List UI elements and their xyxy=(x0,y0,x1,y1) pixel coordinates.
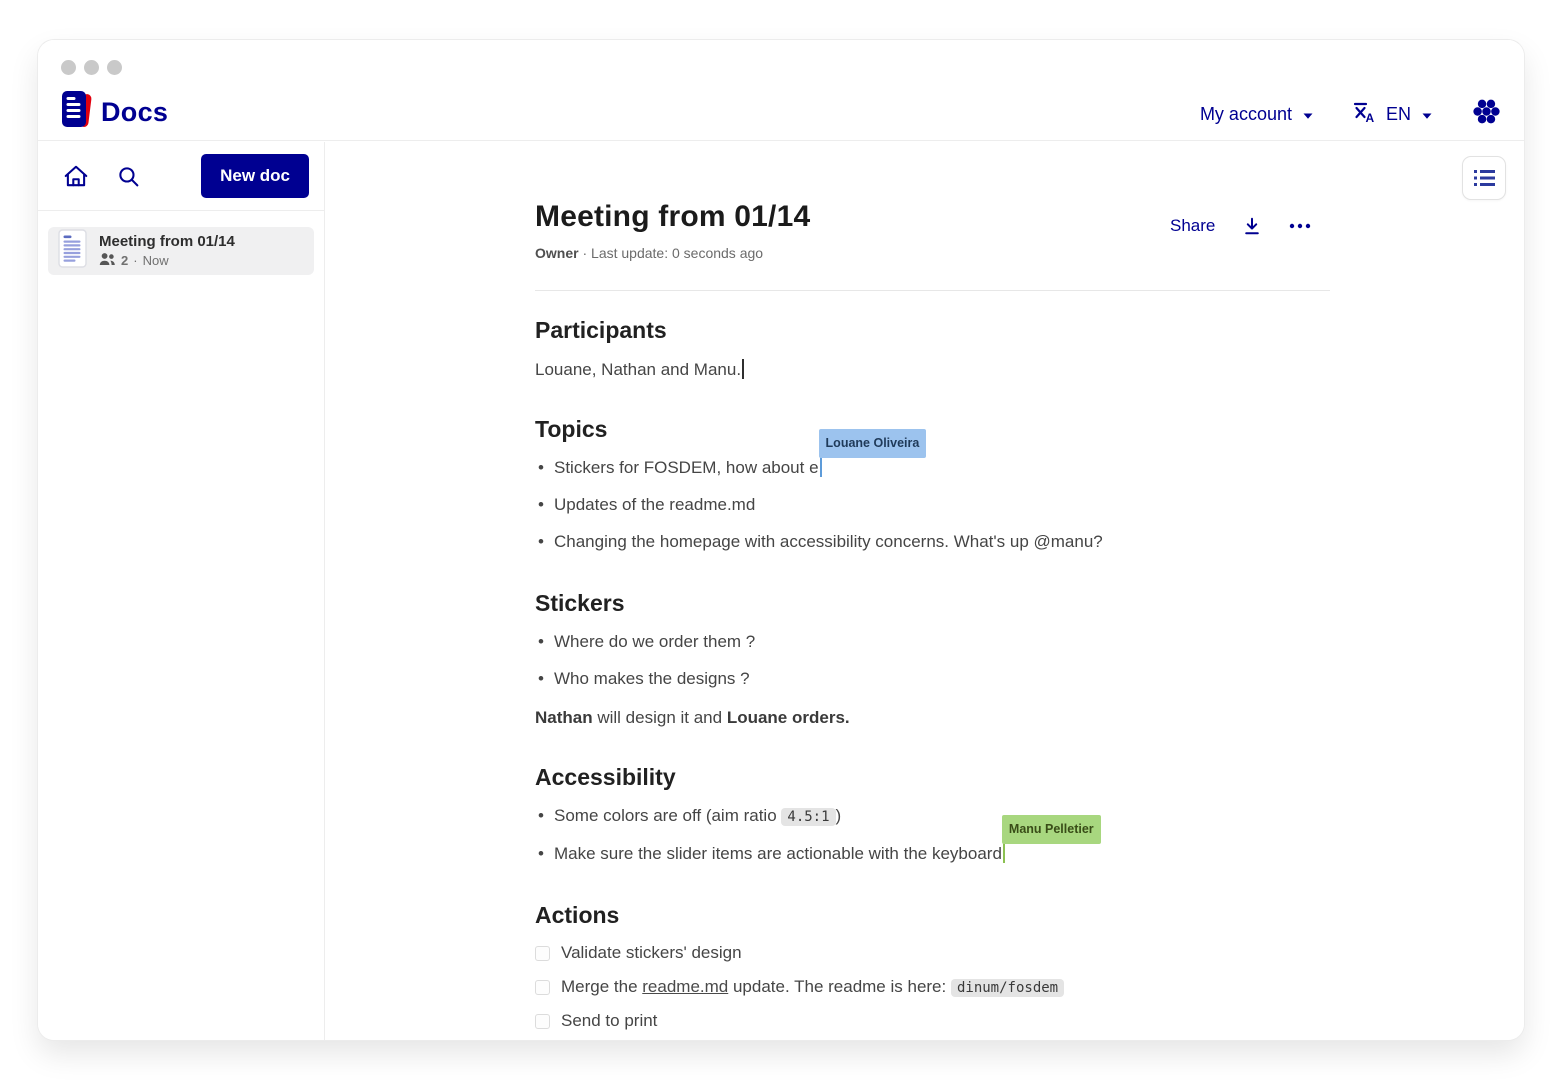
text-caret xyxy=(742,359,744,379)
header-divider xyxy=(535,290,1330,291)
list-item: Where do we order them ? xyxy=(535,630,1330,654)
list-item: Stickers for FOSDEM, how about eLouane O… xyxy=(535,456,1330,480)
stickers-list: Where do we order them ? Who makes the d… xyxy=(535,630,1330,691)
list-item: Changing the homepage with accessibility… xyxy=(535,530,1330,554)
collab-cursor-label: Louane Oliveira xyxy=(819,429,927,458)
stickers-note: Nathan will design it and Louane orders. xyxy=(535,708,1330,728)
window-dot xyxy=(107,60,122,75)
task-checkbox[interactable] xyxy=(535,946,550,961)
collab-cursor-label: Manu Pelletier xyxy=(1002,815,1101,844)
doc-list-item[interactable]: Meeting from 01/14 2 · Now xyxy=(48,227,314,275)
app-logo[interactable]: Docs xyxy=(61,90,168,134)
doc-item-title: Meeting from 01/14 xyxy=(99,233,235,250)
section-heading-accessibility: Accessibility xyxy=(535,764,1330,791)
participants-text: Louane, Nathan and Manu. xyxy=(535,359,1330,380)
doc-title: Meeting from 01/14 xyxy=(535,200,1330,234)
list-item: Updates of the readme.md xyxy=(535,493,1330,517)
app-name: Docs xyxy=(101,97,168,128)
code-chip: dinum/fosdem xyxy=(951,979,1064,997)
list-item: Some colors are off (aim ratio 4.5:1) xyxy=(535,804,1330,829)
code-chip: 4.5:1 xyxy=(781,808,835,826)
section-heading-participants: Participants xyxy=(535,317,1330,344)
window-dot xyxy=(84,60,99,75)
doc-meta: Owner · Last update: 0 seconds ago xyxy=(535,245,1330,261)
document-editor[interactable]: Meeting from 01/14 Owner · Last update: … xyxy=(535,142,1330,1040)
task-row: Merge the readme.md update. The readme i… xyxy=(535,977,1330,997)
doc-members-count: 2 xyxy=(121,253,128,268)
top-header: Docs My account A EN xyxy=(38,40,1524,141)
task-label: Merge the readme.md update. The readme i… xyxy=(561,977,1064,997)
window-controls xyxy=(61,60,122,75)
section-heading-actions: Actions xyxy=(535,902,1330,929)
doc-list: Meeting from 01/14 2 · Now xyxy=(38,211,324,291)
doc-role: Owner xyxy=(535,245,579,261)
window-dot xyxy=(61,60,76,75)
main-panel: Share Meeting from 01/14 Owner xyxy=(326,142,1524,1040)
search-button[interactable] xyxy=(116,164,141,189)
language-label: EN xyxy=(1386,104,1411,125)
doc-last-update: Last update: 0 seconds ago xyxy=(591,245,763,261)
my-account-menu[interactable]: My account xyxy=(1200,104,1314,125)
app-window: Docs My account A EN xyxy=(38,40,1524,1040)
sidebar-toolbar: New doc xyxy=(38,142,324,211)
actions-checklist: Validate stickers' design Merge the read… xyxy=(535,943,1330,1031)
doc-thumbnail-icon xyxy=(58,229,87,273)
translate-icon: A xyxy=(1352,100,1376,129)
language-selector[interactable]: A EN xyxy=(1352,100,1433,129)
task-label: Validate stickers' design xyxy=(561,943,742,963)
home-button[interactable] xyxy=(63,163,89,189)
members-icon xyxy=(99,252,116,269)
docs-logo-icon xyxy=(61,90,92,134)
gaufre-apps-icon xyxy=(1471,96,1502,132)
task-row: Validate stickers' design xyxy=(535,943,1330,963)
new-doc-button[interactable]: New doc xyxy=(201,154,309,198)
task-checkbox[interactable] xyxy=(535,1014,550,1029)
table-of-contents-button[interactable] xyxy=(1462,156,1506,200)
accessibility-list: Some colors are off (aim ratio 4.5:1) Ma… xyxy=(535,804,1330,866)
sidebar: New doc Meeting from xyxy=(38,142,325,1040)
chevron-down-icon xyxy=(1302,104,1314,125)
svg-text:A: A xyxy=(1365,111,1374,124)
doc-item-meta: 2 · Now xyxy=(99,252,235,269)
list-item: Who makes the designs ? xyxy=(535,667,1330,691)
collab-cursor-louane: Louane Oliveira xyxy=(820,456,822,477)
topics-list: Stickers for FOSDEM, how about eLouane O… xyxy=(535,456,1330,554)
task-row: Send to print xyxy=(535,1011,1330,1031)
collab-cursor-manu: Manu Pelletier xyxy=(1003,842,1005,863)
doc-updated: Now xyxy=(143,253,169,268)
my-account-label: My account xyxy=(1200,104,1292,125)
section-heading-stickers: Stickers xyxy=(535,590,1330,617)
task-checkbox[interactable] xyxy=(535,980,550,995)
section-heading-topics: Topics xyxy=(535,416,1330,443)
readme-link[interactable]: readme.md xyxy=(642,977,728,996)
chevron-down-icon xyxy=(1421,104,1433,125)
task-label: Send to print xyxy=(561,1011,657,1031)
list-item: Make sure the slider items are actionabl… xyxy=(535,842,1330,866)
la-suite-apps-button[interactable] xyxy=(1471,96,1502,132)
